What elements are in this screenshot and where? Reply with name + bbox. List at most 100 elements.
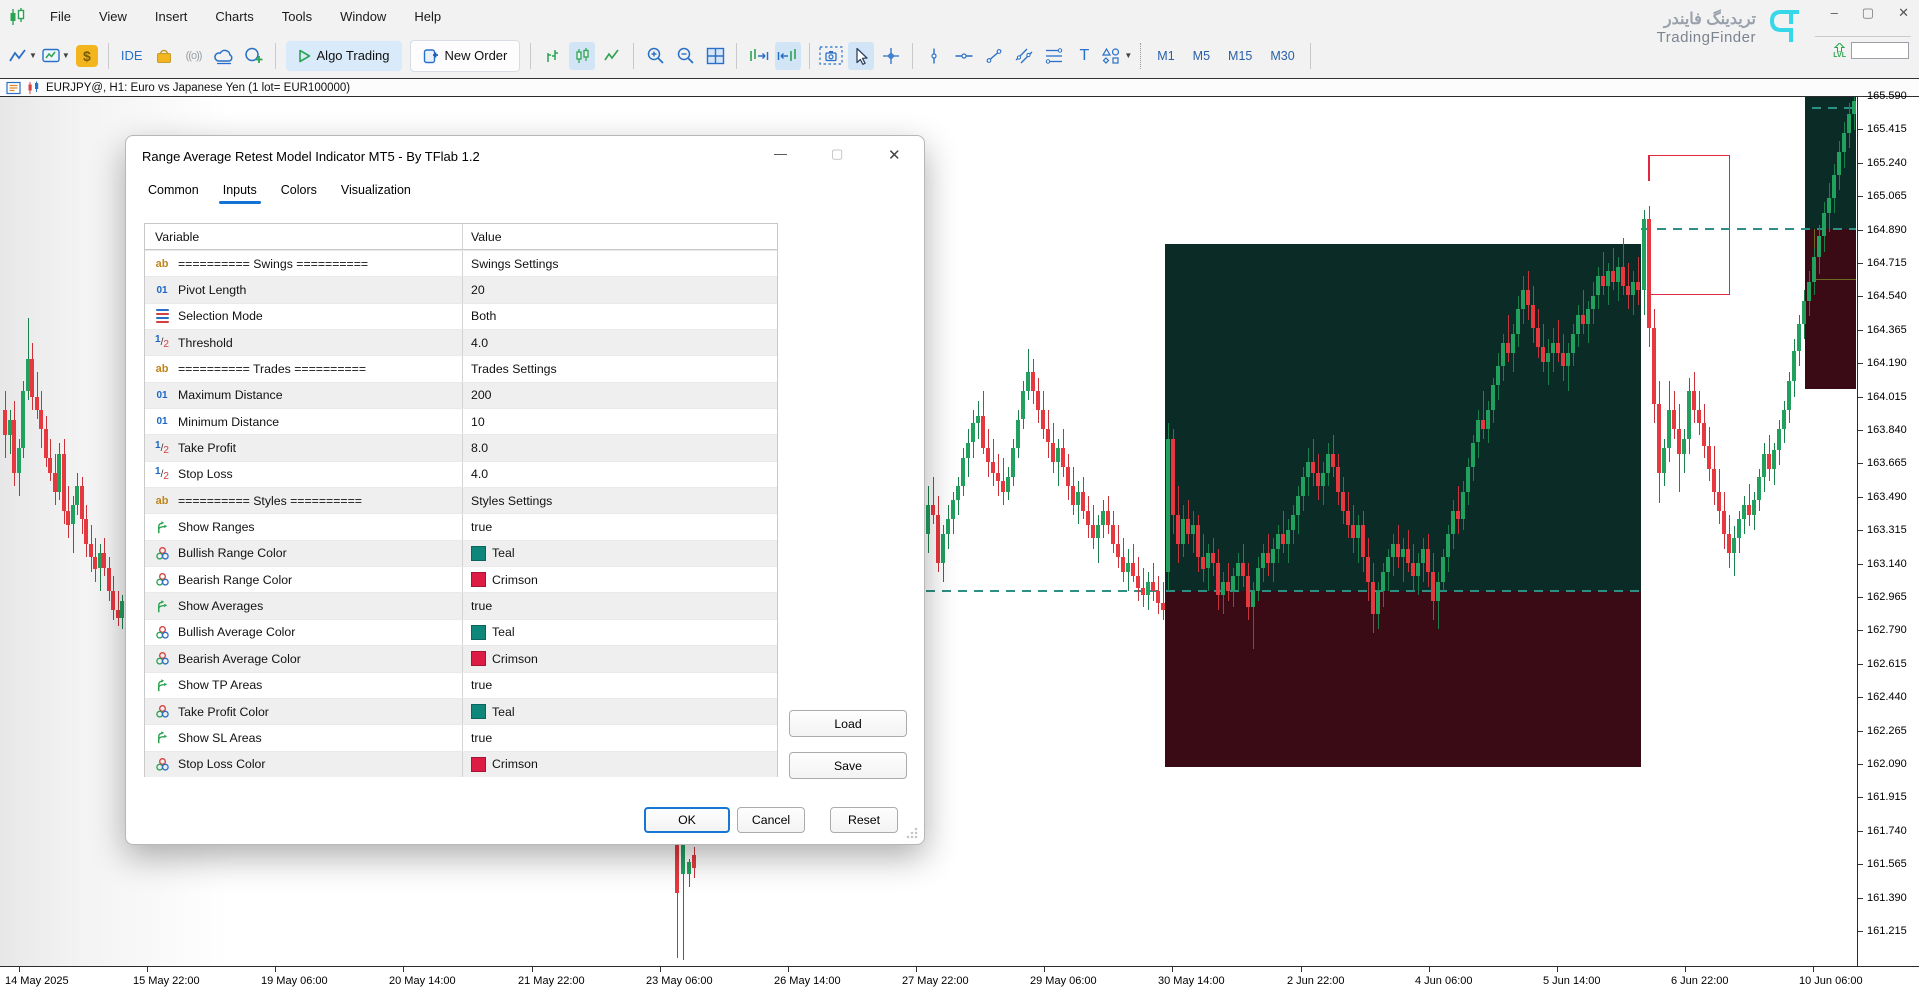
value-cell[interactable]: 8.0 [462,435,777,460]
reset-button[interactable]: Reset [830,807,898,833]
fibonacci-tool-button[interactable] [1041,42,1067,70]
tab-common[interactable]: Common [146,179,201,204]
vertical-line-tool-button[interactable] [921,42,947,70]
table-row[interactable]: ab========== Trades ==========Trades Set… [145,355,777,381]
value-cell[interactable]: true [462,593,777,618]
time-axis[interactable]: 14 May 202515 May 22:0019 May 06:0020 Ma… [0,966,1919,996]
menu-item-insert[interactable]: Insert [141,5,202,28]
chart-profile-button[interactable]: ▼ [41,42,70,70]
value-cell[interactable]: true [462,514,777,539]
window-minimize-button[interactable]: – [1831,6,1838,20]
timeframe-m30-button[interactable]: M30 [1261,45,1303,67]
table-row[interactable]: 1/2Take Profit8.0 [145,434,777,460]
tile-windows-button[interactable] [702,42,728,70]
value-cell[interactable]: Swings Settings [462,251,777,276]
table-row[interactable]: ab========== Styles ==========Styles Set… [145,487,777,513]
chart-candle-icon[interactable] [26,81,41,95]
timeframe-m1-button[interactable]: M1 [1148,45,1183,67]
bar-chart-mode-button[interactable] [539,42,565,70]
shapes-tool-button[interactable]: ▼ [1101,42,1132,70]
value-cell[interactable]: true [462,673,777,698]
value-cell[interactable]: 20 [462,277,777,302]
horizontal-line-tool-button[interactable] [951,42,977,70]
value-cell[interactable]: 4.0 [462,330,777,355]
value-cell[interactable]: 10 [462,409,777,434]
screenshot-button[interactable] [818,42,844,70]
price-axis[interactable]: 165.590165.415165.240165.065164.890164.7… [1857,97,1919,967]
value-cell[interactable]: Styles Settings [462,488,777,513]
trendline-tool-button[interactable] [981,42,1007,70]
value-cell[interactable]: 4.0 [462,462,777,487]
chart-shift-button[interactable] [745,42,771,70]
metaeditor-ide-button[interactable]: IDE [117,42,147,70]
menu-item-help[interactable]: Help [400,5,455,28]
value-cell[interactable]: Crimson [462,567,777,592]
market-watch-button[interactable]: $ [74,42,100,70]
table-row[interactable]: Show Averagestrue [145,592,777,618]
zoom-in-button[interactable] [642,42,668,70]
candlestick-mode-button[interactable] [569,42,595,70]
candle-body [1817,236,1821,257]
zoom-out-button[interactable] [672,42,698,70]
menu-item-window[interactable]: Window [326,5,400,28]
tab-colors[interactable]: Colors [279,179,319,204]
channel-tool-button[interactable] [1011,42,1037,70]
menu-item-charts[interactable]: Charts [201,5,267,28]
algo-trading-button[interactable]: Algo Trading [286,41,402,71]
table-row[interactable]: Bullish Average ColorTeal [145,619,777,645]
window-maximize-button[interactable]: ▢ [1862,6,1874,20]
crosshair-tool-button[interactable] [878,42,904,70]
auto-scroll-button[interactable] [775,42,801,70]
table-row[interactable]: 01Minimum Distance10 [145,408,777,434]
table-row[interactable]: Show Rangestrue [145,513,777,539]
value-cell[interactable]: true [462,725,777,750]
value-cell[interactable]: Crimson [462,646,777,671]
save-button[interactable]: Save [789,752,907,779]
line-chart-mode-button[interactable] [599,42,625,70]
tab-inputs[interactable]: Inputs [221,179,259,204]
table-row[interactable]: 01Maximum Distance200 [145,382,777,408]
table-row[interactable]: Bullish Range ColorTeal [145,540,777,566]
table-row[interactable]: 1/2Threshold4.0 [145,329,777,355]
table-row[interactable]: Bearish Range ColorCrimson [145,566,777,592]
cloud-button[interactable] [211,42,237,70]
tab-visualization[interactable]: Visualization [339,179,413,204]
table-row[interactable]: Stop Loss ColorCrimson [145,751,777,777]
ok-button[interactable]: OK [644,807,730,833]
menu-item-view[interactable]: View [85,5,141,28]
new-order-button[interactable]: New Order [410,40,521,72]
dialog-minimize-button[interactable]: — [774,146,787,161]
market-store-button[interactable] [151,42,177,70]
dialog-close-icon[interactable]: ✕ [888,146,901,164]
table-row[interactable]: 01Pivot Length20 [145,276,777,302]
table-row[interactable]: Take Profit ColorTeal [145,698,777,724]
text-tool-button[interactable]: T [1071,42,1097,70]
signals-button[interactable]: ((o)) [181,42,207,70]
value-cell[interactable]: Teal [462,541,777,566]
value-cell[interactable]: Crimson [462,752,777,777]
community-button[interactable] [241,42,267,70]
menu-item-tools[interactable]: Tools [268,5,326,28]
table-row[interactable]: 1/2Stop Loss4.0 [145,461,777,487]
dialog-resize-grip[interactable] [906,827,918,839]
timeframe-m5-button[interactable]: M5 [1184,45,1219,67]
value-cell[interactable]: 200 [462,383,777,408]
cancel-button[interactable]: Cancel [737,807,805,833]
table-row[interactable]: ab========== Swings ==========Swings Set… [145,250,777,276]
window-close-button[interactable]: ✕ [1898,6,1909,20]
table-row[interactable]: Show TP Areastrue [145,672,777,698]
value-cell[interactable]: Teal [462,620,777,645]
chart-list-icon[interactable] [6,81,21,95]
table-row[interactable]: Selection ModeBoth [145,303,777,329]
table-row[interactable]: Bearish Average ColorCrimson [145,645,777,671]
menu-item-file[interactable]: File [36,5,85,28]
value-cell[interactable]: Trades Settings [462,356,777,381]
dialog-maximize-button[interactable]: ▢ [831,146,843,162]
table-row[interactable]: Show SL Areastrue [145,724,777,750]
cursor-tool-button[interactable] [848,42,874,70]
value-cell[interactable]: Both [462,304,777,329]
load-button[interactable]: Load [789,710,907,737]
chart-window-menu-button[interactable]: ▼ [8,42,37,70]
timeframe-m15-button[interactable]: M15 [1219,45,1261,67]
value-cell[interactable]: Teal [462,699,777,724]
